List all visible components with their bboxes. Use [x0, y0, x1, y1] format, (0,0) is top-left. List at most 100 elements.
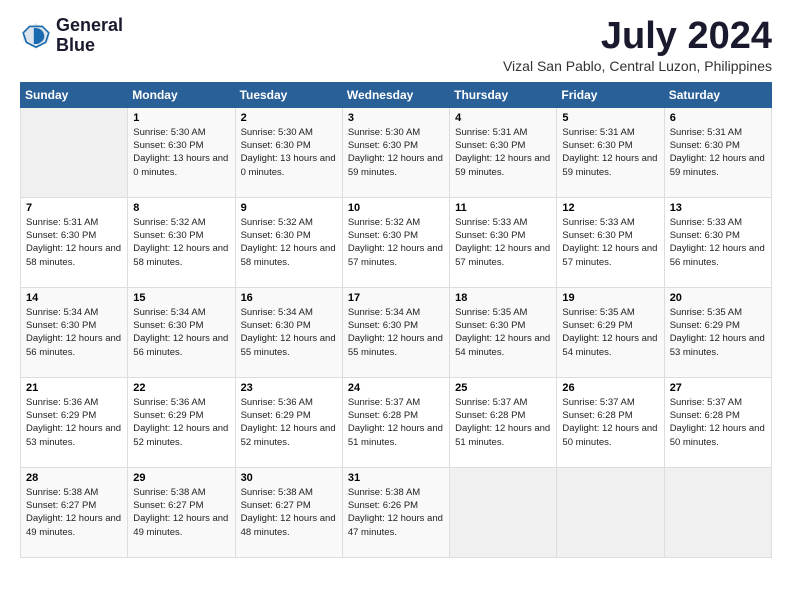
- day-number: 18: [455, 292, 551, 304]
- calendar-day-cell: 27 Sunrise: 5:37 AMSunset: 6:28 PMDayligh…: [664, 377, 771, 467]
- day-number: 29: [133, 472, 229, 484]
- day-info: Sunrise: 5:31 AMSunset: 6:30 PMDaylight:…: [455, 126, 551, 179]
- day-number: 22: [133, 382, 229, 394]
- day-number: 19: [562, 292, 658, 304]
- calendar-table: Sunday Monday Tuesday Wednesday Thursday…: [20, 82, 772, 558]
- calendar-day-cell: 18 Sunrise: 5:35 AMSunset: 6:30 PMDayligh…: [450, 287, 557, 377]
- calendar-day-cell: [557, 467, 664, 557]
- day-info: Sunrise: 5:35 AMSunset: 6:29 PMDaylight:…: [670, 306, 766, 359]
- calendar-header-row: Sunday Monday Tuesday Wednesday Thursday…: [21, 82, 772, 107]
- day-info: Sunrise: 5:36 AMSunset: 6:29 PMDaylight:…: [133, 396, 229, 449]
- day-number: 23: [241, 382, 337, 394]
- day-number: 8: [133, 202, 229, 214]
- day-info: Sunrise: 5:31 AMSunset: 6:30 PMDaylight:…: [670, 126, 766, 179]
- day-info: Sunrise: 5:37 AMSunset: 6:28 PMDaylight:…: [348, 396, 444, 449]
- calendar-day-cell: 11 Sunrise: 5:33 AMSunset: 6:30 PMDayligh…: [450, 197, 557, 287]
- title-block: July 2024 Vizal San Pablo, Central Luzon…: [503, 16, 772, 74]
- day-info: Sunrise: 5:37 AMSunset: 6:28 PMDaylight:…: [455, 396, 551, 449]
- day-number: 26: [562, 382, 658, 394]
- day-number: 24: [348, 382, 444, 394]
- day-number: 5: [562, 112, 658, 124]
- calendar-day-cell: 30Sunrise: 5:38 AMSunset: 6:27 PMDayligh…: [235, 467, 342, 557]
- calendar-day-cell: 7Sunrise: 5:31 AMSunset: 6:30 PMDaylight…: [21, 197, 128, 287]
- calendar-day-cell: 2 Sunrise: 5:30 AMSunset: 6:30 PMDaylight…: [235, 107, 342, 197]
- day-number: 7: [26, 202, 122, 214]
- calendar-day-cell: [21, 107, 128, 197]
- day-number: 16: [241, 292, 337, 304]
- day-info: Sunrise: 5:34 AMSunset: 6:30 PMDaylight:…: [348, 306, 444, 359]
- day-info: Sunrise: 5:33 AMSunset: 6:30 PMDaylight:…: [455, 216, 551, 269]
- day-number: 4: [455, 112, 551, 124]
- day-info: Sunrise: 5:37 AMSunset: 6:28 PMDaylight:…: [562, 396, 658, 449]
- col-tuesday: Tuesday: [235, 82, 342, 107]
- calendar-day-cell: 3Sunrise: 5:30 AMSunset: 6:30 PMDaylight…: [342, 107, 449, 197]
- logo-icon: [20, 20, 52, 52]
- day-info: Sunrise: 5:37 AMSunset: 6:28 PMDaylight:…: [670, 396, 766, 449]
- day-info: Sunrise: 5:36 AMSunset: 6:29 PMDaylight:…: [241, 396, 337, 449]
- calendar-day-cell: 16 Sunrise: 5:34 AMSunset: 6:30 PMDayligh…: [235, 287, 342, 377]
- calendar-day-cell: 29 Sunrise: 5:38 AMSunset: 6:27 PMDayligh…: [128, 467, 235, 557]
- day-number: 1: [133, 112, 229, 124]
- day-info: Sunrise: 5:31 AMSunset: 6:30 PMDaylight:…: [562, 126, 658, 179]
- day-number: 3: [348, 112, 444, 124]
- calendar-day-cell: 1Sunrise: 5:30 AMSunset: 6:30 PMDaylight…: [128, 107, 235, 197]
- calendar-day-cell: 17 Sunrise: 5:34 AMSunset: 6:30 PMDayligh…: [342, 287, 449, 377]
- calendar-week-row: 14Sunrise: 5:34 AMSunset: 6:30 PMDayligh…: [21, 287, 772, 377]
- calendar-week-row: 21 Sunrise: 5:36 AMSunset: 6:29 PMDayligh…: [21, 377, 772, 467]
- calendar-day-cell: 28Sunrise: 5:38 AMSunset: 6:27 PMDayligh…: [21, 467, 128, 557]
- calendar-day-cell: 26 Sunrise: 5:37 AMSunset: 6:28 PMDayligh…: [557, 377, 664, 467]
- calendar-day-cell: 8 Sunrise: 5:32 AMSunset: 6:30 PMDaylight…: [128, 197, 235, 287]
- day-info: Sunrise: 5:33 AMSunset: 6:30 PMDaylight:…: [670, 216, 766, 269]
- day-number: 17: [348, 292, 444, 304]
- day-number: 11: [455, 202, 551, 214]
- location-title: Vizal San Pablo, Central Luzon, Philippi…: [503, 58, 772, 74]
- day-info: Sunrise: 5:34 AMSunset: 6:30 PMDaylight:…: [241, 306, 337, 359]
- calendar-week-row: 1 Sunrise: 5:30 AMSunset: 6:30 PMDaylight…: [21, 107, 772, 197]
- calendar-day-cell: 5 Sunrise: 5:31 AMSunset: 6:30 PMDaylight…: [557, 107, 664, 197]
- col-monday: Monday: [128, 82, 235, 107]
- day-number: 15: [133, 292, 229, 304]
- calendar-day-cell: 14Sunrise: 5:34 AMSunset: 6:30 PMDayligh…: [21, 287, 128, 377]
- day-info: Sunrise: 5:32 AMSunset: 6:30 PMDaylight:…: [348, 216, 444, 269]
- day-number: 9: [241, 202, 337, 214]
- day-info: Sunrise: 5:32 AMSunset: 6:30 PMDaylight:…: [241, 216, 337, 269]
- day-number: 30: [241, 472, 337, 484]
- day-info: Sunrise: 5:35 AMSunset: 6:30 PMDaylight:…: [455, 306, 551, 359]
- calendar-day-cell: 20Sunrise: 5:35 AMSunset: 6:29 PMDayligh…: [664, 287, 771, 377]
- calendar-day-cell: [450, 467, 557, 557]
- calendar-day-cell: [664, 467, 771, 557]
- day-info: Sunrise: 5:38 AMSunset: 6:27 PMDaylight:…: [133, 486, 229, 539]
- calendar-day-cell: 4 Sunrise: 5:31 AMSunset: 6:30 PMDaylight…: [450, 107, 557, 197]
- day-info: Sunrise: 5:34 AMSunset: 6:30 PMDaylight:…: [26, 306, 122, 359]
- day-number: 28: [26, 472, 122, 484]
- day-info: Sunrise: 5:30 AMSunset: 6:30 PMDaylight:…: [241, 126, 337, 179]
- col-thursday: Thursday: [450, 82, 557, 107]
- day-number: 12: [562, 202, 658, 214]
- day-number: 10: [348, 202, 444, 214]
- calendar-day-cell: 23 Sunrise: 5:36 AMSunset: 6:29 PMDayligh…: [235, 377, 342, 467]
- day-info: Sunrise: 5:38 AMSunset: 6:26 PMDaylight:…: [348, 486, 444, 539]
- logo: General Blue: [20, 16, 123, 56]
- calendar-day-cell: 6Sunrise: 5:31 AMSunset: 6:30 PMDaylight…: [664, 107, 771, 197]
- month-title: July 2024: [503, 16, 772, 58]
- calendar-week-row: 28 Sunrise: 5:38 AMSunset: 6:27 PMDayligh…: [21, 467, 772, 557]
- calendar-day-cell: 15 Sunrise: 5:34 AMSunset: 6:30 PMDayligh…: [128, 287, 235, 377]
- day-number: 2: [241, 112, 337, 124]
- col-friday: Friday: [557, 82, 664, 107]
- calendar-day-cell: 10 Sunrise: 5:32 AMSunset: 6:30 PMDayligh…: [342, 197, 449, 287]
- calendar-week-row: 7Sunrise: 5:31 AMSunset: 6:30 PMDaylight…: [21, 197, 772, 287]
- calendar-day-cell: 19Sunrise: 5:35 AMSunset: 6:29 PMDayligh…: [557, 287, 664, 377]
- day-info: Sunrise: 5:34 AMSunset: 6:30 PMDaylight:…: [133, 306, 229, 359]
- calendar-day-cell: 21Sunrise: 5:36 AMSunset: 6:29 PMDayligh…: [21, 377, 128, 467]
- calendar-day-cell: 31 Sunrise: 5:38 AMSunset: 6:26 PMDayligh…: [342, 467, 449, 557]
- calendar-day-cell: 12Sunrise: 5:33 AMSunset: 6:30 PMDayligh…: [557, 197, 664, 287]
- calendar-day-cell: 22 Sunrise: 5:36 AMSunset: 6:29 PMDayligh…: [128, 377, 235, 467]
- day-number: 25: [455, 382, 551, 394]
- day-number: 21: [26, 382, 122, 394]
- day-info: Sunrise: 5:32 AMSunset: 6:30 PMDaylight:…: [133, 216, 229, 269]
- day-number: 27: [670, 382, 766, 394]
- calendar-day-cell: 24 Sunrise: 5:37 AMSunset: 6:28 PMDayligh…: [342, 377, 449, 467]
- calendar-day-cell: 25 Sunrise: 5:37 AMSunset: 6:28 PMDayligh…: [450, 377, 557, 467]
- col-sunday: Sunday: [21, 82, 128, 107]
- day-number: 31: [348, 472, 444, 484]
